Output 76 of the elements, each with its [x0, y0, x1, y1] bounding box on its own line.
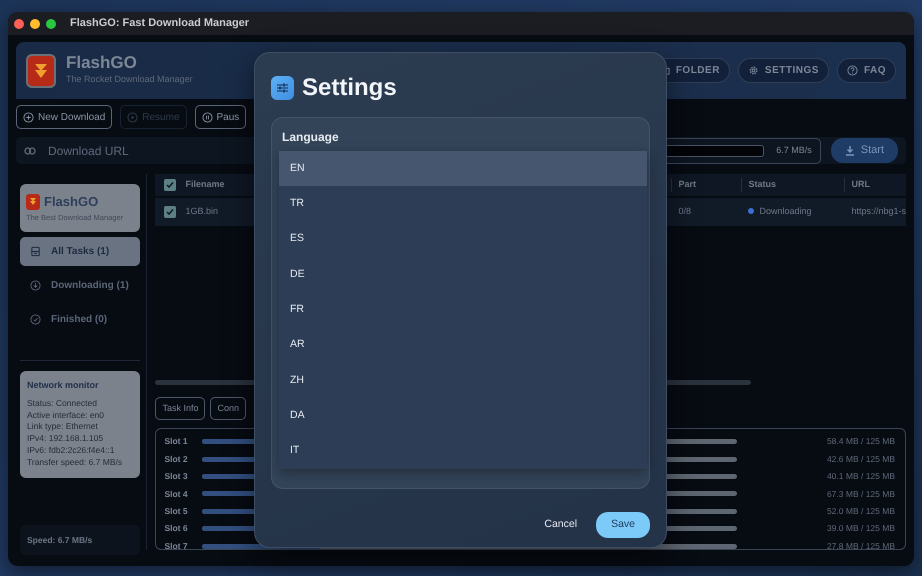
tab[interactable]: Task Info: [155, 396, 206, 420]
toolbar-button[interactable]: New Download: [16, 105, 112, 129]
speed-status: Speed: 6.7 MB/s: [20, 525, 140, 555]
minimize-button[interactable]: [30, 18, 40, 28]
slot-label: Slot 5: [164, 504, 189, 518]
toolbar-button[interactable]: Paus: [194, 105, 246, 129]
table-cell: 0/8: [678, 206, 691, 216]
slot-reading: 39.0 MB / 125 MB: [826, 522, 895, 536]
slot-reading: 27.8 MB / 125 MB: [826, 540, 895, 549]
slot-reading: 58.4 MB / 125 MB: [826, 435, 895, 448]
menu-item[interactable]: DE: [279, 256, 647, 292]
slot-label: Slot 1: [164, 435, 189, 448]
slot-reading: 67.3 MB / 125 MB: [826, 488, 895, 500]
plus-icon: [23, 112, 34, 122]
link-icon: [24, 146, 36, 154]
card-title: Network monitor: [27, 380, 100, 392]
app-name: FlashGO: [66, 54, 138, 74]
logo-icon: [26, 194, 40, 210]
play-icon: [127, 112, 138, 122]
tray-icon: [30, 246, 41, 257]
table-cell: 1GB.bin: [185, 206, 218, 216]
info-line: Status: Connected: [27, 398, 98, 410]
column-header: URL: [851, 179, 870, 190]
slot-label: Slot 4: [164, 488, 189, 500]
download-icon: [844, 145, 855, 156]
menu-item[interactable]: IT: [279, 433, 647, 469]
slot-label: Slot 7: [164, 540, 189, 549]
section-label: Language: [281, 129, 340, 146]
brand-name: FlashGO: [44, 193, 98, 211]
logo-icon: [26, 54, 56, 88]
checkbox[interactable]: [164, 206, 176, 218]
menu-item[interactable]: EN: [279, 151, 647, 186]
slot-reading: 42.6 MB / 125 MB: [826, 452, 895, 466]
app-tagline: The Rocket Download Manager: [66, 73, 193, 86]
column-header: Filename: [185, 179, 224, 190]
info-line: IPv4: 192.168.1.105: [27, 433, 104, 445]
menu-item[interactable]: DA: [279, 398, 647, 434]
menu-item[interactable]: ES: [279, 222, 647, 257]
help-icon: [846, 65, 858, 76]
slot-reading: 40.1 MB / 125 MB: [826, 470, 895, 483]
dialog-title: Settings: [302, 73, 397, 103]
save-button[interactable]: Save: [596, 512, 650, 538]
zoom-button[interactable]: [46, 18, 56, 28]
window-title: FlashGO: Fast Download Manager: [70, 16, 250, 32]
column-header: Part: [678, 179, 696, 190]
slot-label: Slot 2: [164, 452, 189, 466]
sidebar-item[interactable]: Downloading (1): [20, 271, 140, 300]
menu-item[interactable]: AR: [279, 327, 647, 363]
tab[interactable]: Conn: [210, 396, 246, 420]
menu-item[interactable]: TR: [279, 186, 647, 222]
info-line: Link type: Ethernet: [27, 421, 99, 434]
sliders-icon: [271, 76, 294, 100]
settings-button[interactable]: SETTINGS: [738, 58, 829, 83]
start-button[interactable]: Start: [830, 138, 898, 163]
table-cell: Downloading: [759, 206, 812, 216]
settings-icon: [748, 65, 759, 76]
download-icon: [30, 280, 41, 291]
info-line: Active interface: en0: [27, 410, 106, 422]
url-input[interactable]: Download URL: [46, 140, 246, 160]
checkbox[interactable]: [164, 178, 176, 191]
speed-reading: 6.7 MB/s: [776, 144, 812, 157]
menu-item[interactable]: FR: [279, 292, 647, 328]
slot-reading: 52.0 MB / 125 MB: [826, 504, 895, 518]
menu-item[interactable]: ZH: [279, 362, 647, 398]
cancel-button[interactable]: Cancel: [538, 516, 584, 534]
url-text: https://nbg1-s: [851, 206, 906, 216]
info-line: Transfer speed: 6.7 MB/s: [27, 456, 124, 469]
faq-button[interactable]: FAQ: [836, 58, 896, 83]
info-line: IPv6: fdb2:2c26:f4e4::1: [27, 444, 116, 457]
check-circle-icon: [30, 314, 41, 325]
slot-label: Slot 6: [164, 522, 189, 536]
column-header: Status: [748, 179, 776, 190]
pause-icon: [202, 112, 213, 122]
slot-label: Slot 3: [164, 470, 189, 483]
sidebar-item[interactable]: Finished (0): [20, 305, 140, 334]
close-button[interactable]: [14, 18, 24, 28]
